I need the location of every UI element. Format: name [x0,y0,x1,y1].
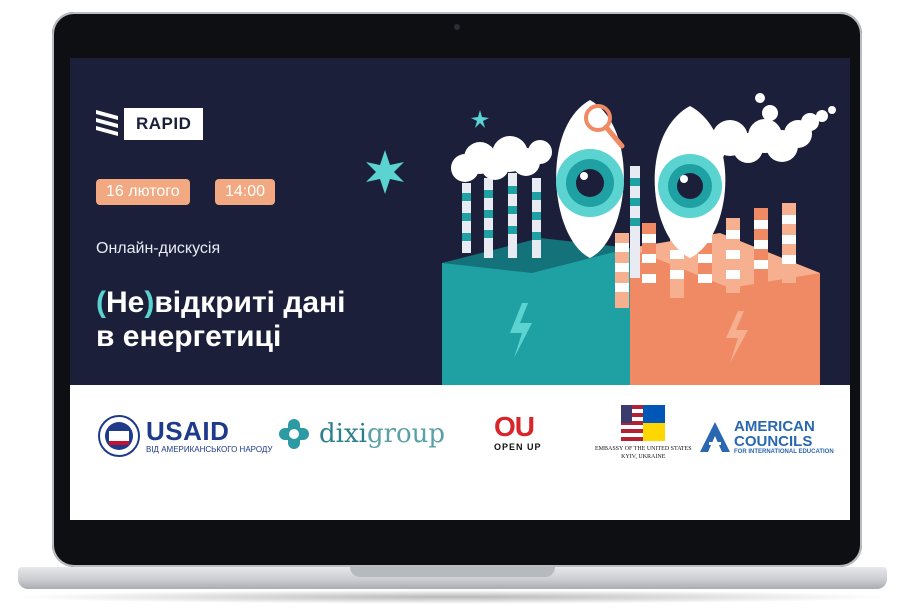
title-line1-rest: відкриті дані [154,286,346,319]
event-type: Онлайн-дискусія [96,240,221,257]
title-accent-open: ( [96,286,106,319]
openup-logo: OU OPEN UP [494,411,542,453]
laptop-shadow [8,590,897,604]
openup-text: OPEN UP [494,442,542,452]
event-title: (Не)відкриті дані в енергетиці [96,286,466,354]
webcam-icon [454,24,460,30]
laptop-opening-notch [350,567,555,577]
usaid-logo: USAID ВІД АМЕРИКАНСЬКОГО НАРОДУ [98,415,272,457]
ac-line2: COUNCILS [734,433,813,450]
embassy-logo: EMBASSY OF THE UNITED STATES KYIV, UKRAI… [595,405,692,461]
american-councils-logo: AMERICAN COUNCILS FOR INTERNATIONAL EDUC… [700,419,834,455]
event-banner: RAPID 16 лютого 14:00 Онлайн-дискусія (Н… [70,58,850,385]
dixi-mark-icon [279,419,309,449]
embassy-line2: KYIV, UKRAINE [621,454,666,460]
title-line2: в енергетиці [96,320,282,353]
smoke-clouds [451,93,836,182]
american-councils-mark-icon [700,422,730,452]
rapid-mark-icon [96,110,118,136]
dixigroup-wordmark: dixigroup [319,419,445,449]
event-date-badge: 16 лютого [96,179,190,205]
ac-line3: FOR INTERNATIONAL EDUCATION [734,449,834,455]
dixigroup-logo: dixigroup [275,415,445,453]
ac-line1: AMERICAN [734,418,815,435]
usaid-tagline: ВІД АМЕРИКАНСЬКОГО НАРОДУ [146,445,273,454]
eye-icon [556,100,624,258]
usaid-seal-icon [98,415,140,457]
rapid-wordmark: RAPID [124,108,204,140]
embassy-line1: EMBASSY OF THE UNITED STATES [595,446,692,452]
usaid-name: USAID [146,416,230,446]
laptop-screen: RAPID 16 лютого 14:00 Онлайн-дискусія (Н… [70,58,850,520]
group-part: group [366,419,446,449]
sponsors-bar: USAID ВІД АМЕРИКАНСЬКОГО НАРОДУ dixigrou… [70,385,850,520]
dixi-part: dixi [319,419,367,449]
openup-mark: OU [494,411,535,442]
event-time-badge: 14:00 [215,179,276,205]
us-ukraine-flags-icon [621,405,666,441]
laptop-lid: RAPID 16 лютого 14:00 Онлайн-дискусія (Н… [52,12,862,567]
rapid-logo: RAPID [96,108,204,140]
title-accent-word: Не [106,286,145,319]
title-accent-close: ) [144,286,155,319]
